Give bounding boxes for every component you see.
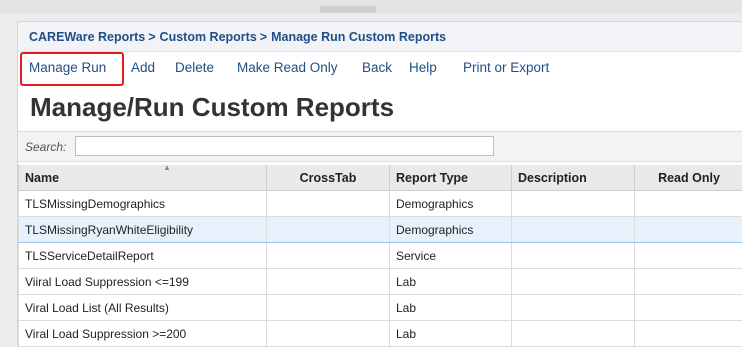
cell-read-only [635, 243, 742, 269]
back-button[interactable]: Back [362, 60, 392, 75]
table-header-row: ▲Name CrossTab Report Type Description R… [19, 165, 742, 191]
breadcrumb-custom-reports[interactable]: Custom Reports [160, 30, 257, 44]
cell-read-only [635, 321, 742, 347]
delete-button[interactable]: Delete [175, 60, 214, 75]
cell-report-type: Service [390, 243, 512, 269]
column-header-crosstab[interactable]: CrossTab [267, 165, 390, 191]
reports-table: ▲Name CrossTab Report Type Description R… [18, 165, 742, 347]
breadcrumb-separator: > [260, 30, 267, 44]
cell-name: TLSServiceDetailReport [19, 243, 267, 269]
table-row[interactable]: Viral Load Suppression >=200 Lab [19, 321, 742, 347]
column-header-name[interactable]: ▲Name [19, 165, 267, 191]
cell-name: Viral Load List (All Results) [19, 295, 267, 321]
cell-crosstab [267, 191, 390, 217]
breadcrumb-current-page: Manage Run Custom Reports [271, 30, 446, 44]
cell-crosstab [267, 321, 390, 347]
add-button[interactable]: Add [131, 60, 155, 75]
cell-read-only [635, 191, 742, 217]
cell-crosstab [267, 295, 390, 321]
breadcrumb: CAREWare Reports>Custom Reports>Manage R… [18, 22, 742, 52]
manage-run-button[interactable]: Manage Run [29, 60, 106, 75]
cell-read-only [635, 295, 742, 321]
table-row[interactable]: TLSServiceDetailReport Service [19, 243, 742, 269]
cell-read-only [635, 217, 742, 243]
cell-read-only [635, 269, 742, 295]
cell-description [512, 321, 635, 347]
search-input[interactable] [75, 136, 494, 156]
column-header-description[interactable]: Description [512, 165, 635, 191]
table-row[interactable]: Viiral Load Suppression <=199 Lab [19, 269, 742, 295]
cell-crosstab [267, 269, 390, 295]
cell-report-type: Demographics [390, 217, 512, 243]
cell-report-type: Demographics [390, 191, 512, 217]
cell-description [512, 191, 635, 217]
cell-report-type: Lab [390, 269, 512, 295]
cell-crosstab [267, 243, 390, 269]
table-row[interactable]: TLSMissingDemographics Demographics [19, 191, 742, 217]
column-header-report-type[interactable]: Report Type [390, 165, 512, 191]
cell-description [512, 295, 635, 321]
search-bar: Search: [18, 131, 742, 162]
cell-description [512, 269, 635, 295]
print-or-export-button[interactable]: Print or Export [463, 60, 549, 75]
table-row[interactable]: Viral Load List (All Results) Lab [19, 295, 742, 321]
search-label: Search: [25, 140, 66, 154]
cell-name: TLSMissingRyanWhiteEligibility [19, 217, 267, 243]
browser-top-strip [0, 0, 742, 13]
toolbar: Manage Run Add Delete Make Read Only Bac… [18, 53, 742, 83]
cell-report-type: Lab [390, 295, 512, 321]
cell-report-type: Lab [390, 321, 512, 347]
make-read-only-button[interactable]: Make Read Only [237, 60, 338, 75]
cell-name: TLSMissingDemographics [19, 191, 267, 217]
window-tab [320, 6, 376, 13]
cell-description [512, 243, 635, 269]
report-page: CAREWare Reports>Custom Reports>Manage R… [17, 21, 742, 346]
cell-name: Viral Load Suppression >=200 [19, 321, 267, 347]
cell-crosstab [267, 217, 390, 243]
breadcrumb-careware-reports[interactable]: CAREWare Reports [29, 30, 145, 44]
page-title: Manage/Run Custom Reports [30, 92, 394, 123]
breadcrumb-separator: > [148, 30, 155, 44]
column-header-read-only[interactable]: Read Only [635, 165, 742, 191]
cell-name: Viiral Load Suppression <=199 [19, 269, 267, 295]
cell-description [512, 217, 635, 243]
help-button[interactable]: Help [409, 60, 437, 75]
table-row-selected[interactable]: TLSMissingRyanWhiteEligibility Demograph… [19, 217, 742, 243]
sort-ascending-icon: ▲ [163, 164, 171, 172]
